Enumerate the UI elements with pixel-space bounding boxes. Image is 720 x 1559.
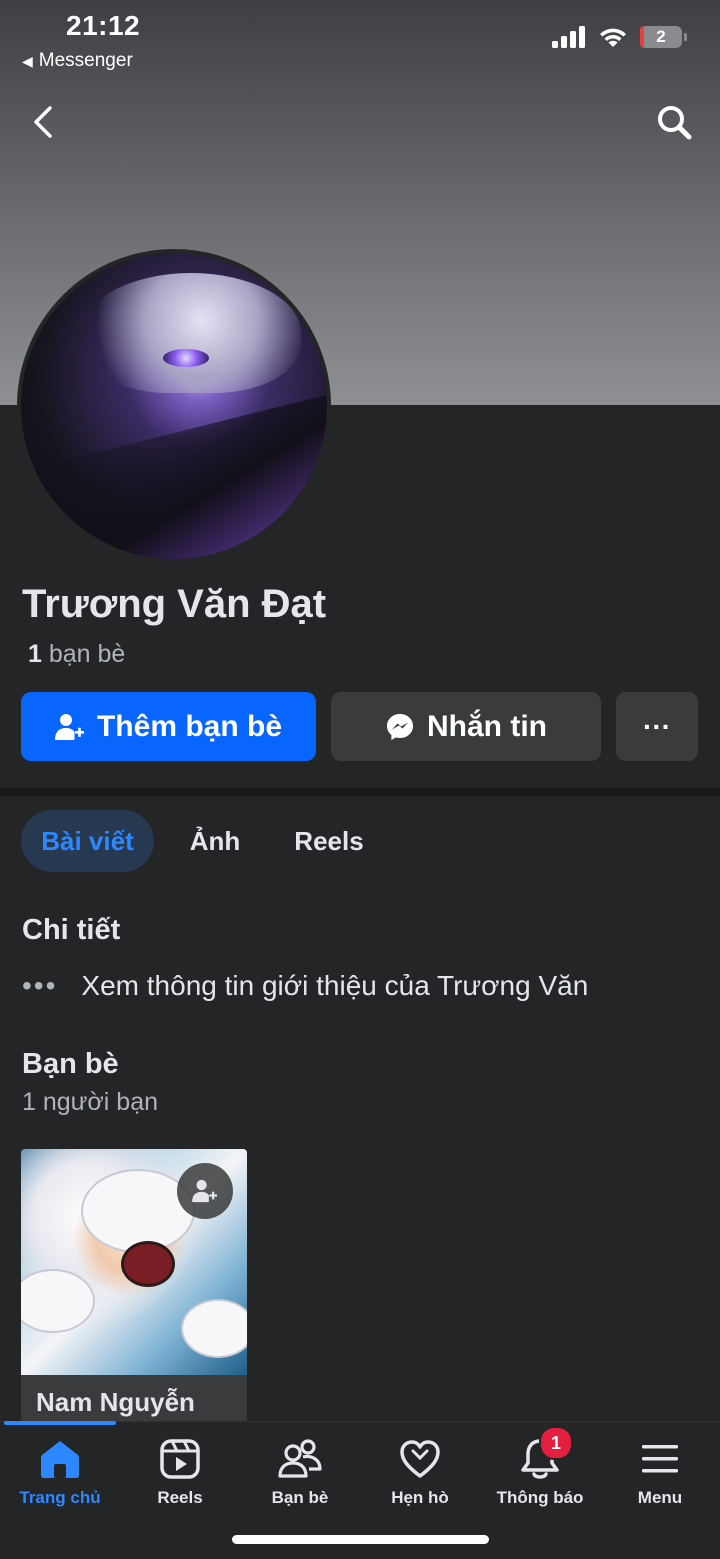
- messenger-icon: [387, 713, 413, 740]
- friend-count-label: bạn bè: [48, 640, 126, 668]
- add-person-icon: [192, 1179, 217, 1203]
- back-arrow-icon[interactable]: [24, 100, 64, 144]
- back-triangle-icon: ◀: [22, 52, 33, 69]
- avatar-hair-shape: [81, 273, 301, 393]
- search-icon[interactable]: [654, 102, 694, 142]
- profile-name: Trương Văn Đạt: [22, 582, 327, 626]
- message-button[interactable]: Nhắn tin: [331, 692, 601, 761]
- ellipsis-icon: •••: [22, 970, 58, 1001]
- avatar-collar-shape: [21, 394, 327, 559]
- profile-friend-count[interactable]: 1 bạn bè: [28, 640, 125, 669]
- notification-badge: 1: [539, 1426, 573, 1460]
- more-options-button[interactable]: ···: [616, 692, 698, 761]
- tab-posts[interactable]: Bài viết: [21, 810, 154, 872]
- reels-icon: [157, 1436, 203, 1482]
- nav-menu[interactable]: Menu: [600, 1436, 720, 1508]
- message-label: Nhắn tin: [427, 709, 547, 743]
- add-person-icon: [54, 713, 84, 740]
- friend-count-number: 1: [28, 640, 42, 668]
- nav-notifications[interactable]: 1 Thông báo: [480, 1426, 600, 1508]
- friends-icon: [277, 1436, 323, 1482]
- back-app-label: Messenger: [38, 50, 133, 71]
- back-to-app[interactable]: ◀ Messenger: [22, 50, 133, 72]
- tab-reels[interactable]: Reels: [286, 810, 372, 872]
- photo-cloud-shape: [21, 1269, 95, 1333]
- intro-info-row[interactable]: ••• Xem thông tin giới thiệu của Trương …: [22, 970, 588, 1002]
- avatar-eye-shape: [163, 349, 209, 367]
- menu-icon: [637, 1436, 683, 1482]
- profile-avatar[interactable]: [17, 249, 331, 563]
- nav-home-label: Trang chủ: [19, 1488, 101, 1507]
- battery-level: 2: [656, 27, 666, 46]
- friend-name[interactable]: Nam Nguyễn: [36, 1387, 195, 1418]
- photo-cloud-shape: [181, 1299, 247, 1358]
- section-divider: [0, 788, 720, 796]
- nav-home[interactable]: Trang chủ: [0, 1436, 120, 1508]
- bell-icon: 1: [517, 1426, 573, 1482]
- dating-heart-icon: [397, 1436, 443, 1482]
- friend-card[interactable]: Nam Nguyễn: [21, 1149, 247, 1421]
- friends-section-title: Bạn bè: [22, 1048, 119, 1080]
- signal-icon: [552, 26, 585, 48]
- nav-dating[interactable]: Hẹn hò: [360, 1436, 480, 1508]
- wifi-icon: [600, 28, 626, 47]
- add-friend-button[interactable]: Thêm bạn bè: [21, 692, 316, 761]
- home-icon: [37, 1436, 83, 1482]
- friends-subtitle: 1 người bạn: [22, 1088, 158, 1116]
- tab-photos[interactable]: Ảnh: [180, 810, 250, 872]
- add-friend-label: Thêm bạn bè: [96, 709, 283, 743]
- active-tab-indicator: [4, 1421, 116, 1425]
- status-indicators: 2: [552, 26, 687, 48]
- more-dots-icon: ···: [643, 710, 671, 742]
- home-indicator[interactable]: [232, 1535, 489, 1544]
- nav-menu-label: Menu: [637, 1488, 683, 1507]
- friend-add-button[interactable]: [177, 1163, 233, 1219]
- details-title: Chi tiết: [22, 914, 121, 946]
- nav-reels[interactable]: Reels: [120, 1436, 240, 1508]
- nav-reels-label: Reels: [157, 1488, 203, 1507]
- photo-mouth-shape: [121, 1241, 175, 1287]
- nav-dating-label: Hẹn hò: [391, 1488, 449, 1507]
- intro-info-text: Xem thông tin giới thiệu của Trương Văn: [81, 970, 589, 1001]
- nav-friends[interactable]: Bạn bè: [240, 1436, 360, 1508]
- status-time: 21:12: [66, 10, 141, 41]
- nav-notifications-label: Thông báo: [496, 1488, 584, 1507]
- battery-icon: 2: [640, 26, 687, 48]
- nav-friends-label: Bạn bè: [271, 1488, 329, 1507]
